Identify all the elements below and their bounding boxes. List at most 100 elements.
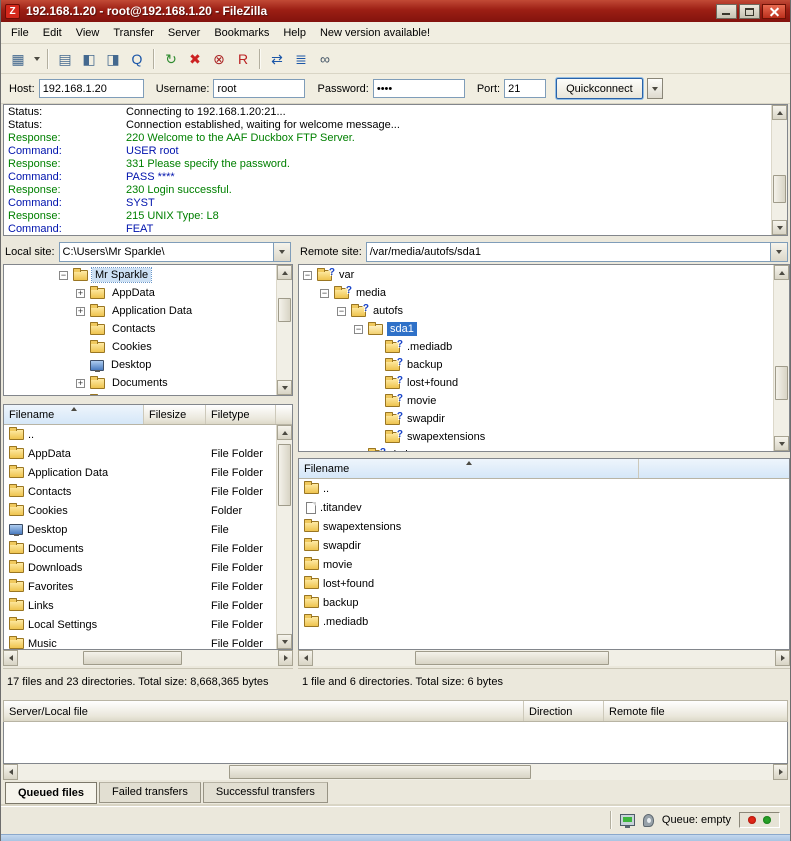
local-tree-item[interactable]: Desktop: [4, 356, 276, 374]
scroll-left-button[interactable]: [3, 650, 18, 666]
dir-compare-button[interactable]: ≣: [289, 48, 313, 70]
scrollbar-track[interactable]: [772, 120, 787, 220]
menu-help[interactable]: Help: [276, 24, 313, 42]
column-header-filename[interactable]: Filename: [299, 459, 639, 478]
file-row[interactable]: FavoritesFile Folder: [4, 577, 276, 596]
site-manager-button[interactable]: ▦: [6, 48, 30, 70]
column-header-filesize[interactable]: Filesize: [144, 405, 206, 424]
expander-icon[interactable]: −: [303, 271, 312, 280]
scroll-left-button[interactable]: [298, 650, 313, 666]
file-row[interactable]: swapextensions: [299, 517, 789, 536]
scrollbar-thumb[interactable]: [229, 765, 531, 779]
site-manager-dropdown-button[interactable]: [30, 48, 43, 70]
scroll-up-button[interactable]: [277, 425, 292, 440]
local-list-hscrollbar[interactable]: [3, 650, 293, 666]
scrollbar-thumb[interactable]: [773, 175, 786, 203]
file-row[interactable]: ..: [299, 479, 789, 498]
local-tree-item[interactable]: +Application Data: [4, 302, 276, 320]
file-row[interactable]: Local SettingsFile Folder: [4, 615, 276, 634]
file-row[interactable]: DocumentsFile Folder: [4, 539, 276, 558]
remote-site-combo-button[interactable]: [770, 243, 787, 261]
scrollbar-thumb[interactable]: [415, 651, 609, 665]
column-header-remote-file[interactable]: Remote file: [604, 701, 787, 721]
file-row[interactable]: ..: [4, 425, 276, 444]
file-row[interactable]: backup: [299, 593, 789, 612]
file-row[interactable]: DownloadsFile Folder: [4, 558, 276, 577]
menu-server[interactable]: Server: [161, 24, 207, 42]
scrollbar-thumb[interactable]: [775, 366, 788, 400]
file-row[interactable]: DesktopFile: [4, 520, 276, 539]
file-row[interactable]: .titandev: [299, 498, 789, 517]
file-row[interactable]: CookiesFolder: [4, 501, 276, 520]
monitor-icon[interactable]: [620, 814, 635, 826]
file-row[interactable]: LinksFile Folder: [4, 596, 276, 615]
remote-tree-item[interactable]: movie: [299, 392, 773, 410]
ear-icon[interactable]: [643, 814, 654, 827]
expander-icon[interactable]: +: [76, 379, 85, 388]
file-row[interactable]: lost+found: [299, 574, 789, 593]
username-input[interactable]: [213, 79, 305, 98]
password-input[interactable]: [373, 79, 465, 98]
scroll-right-button[interactable]: [278, 650, 293, 666]
column-header-filetype[interactable]: Filetype: [206, 405, 276, 424]
maximize-button[interactable]: [739, 4, 760, 19]
close-button[interactable]: [762, 4, 786, 19]
scroll-down-button[interactable]: [774, 436, 789, 451]
file-row[interactable]: MusicFile Folder: [4, 634, 276, 649]
menu-bookmarks[interactable]: Bookmarks: [207, 24, 276, 42]
cancel-button[interactable]: ✖: [183, 48, 207, 70]
scroll-down-button[interactable]: [772, 220, 787, 235]
local-tree-scrollbar[interactable]: [276, 265, 292, 395]
quickconnect-button[interactable]: Quickconnect: [556, 78, 643, 99]
column-header-server-local-file[interactable]: Server/Local file: [4, 701, 524, 721]
local-list-scrollbar[interactable]: [276, 425, 292, 649]
host-input[interactable]: [39, 79, 144, 98]
scroll-down-button[interactable]: [277, 380, 292, 395]
file-row[interactable]: .mediadb: [299, 612, 789, 631]
scroll-up-button[interactable]: [772, 105, 787, 120]
tab-queued-files[interactable]: Queued files: [5, 782, 97, 804]
local-site-combo-button[interactable]: [273, 243, 290, 261]
remote-tree-item[interactable]: −media: [299, 284, 773, 302]
remote-tree-item[interactable]: lost+found: [299, 374, 773, 392]
remote-tree-item[interactable]: −sda1: [299, 320, 773, 338]
scroll-up-button[interactable]: [277, 265, 292, 280]
file-row[interactable]: ContactsFile Folder: [4, 482, 276, 501]
port-input[interactable]: [504, 79, 546, 98]
scrollbar-track[interactable]: [277, 280, 292, 380]
remote-tree-item[interactable]: −autofs: [299, 302, 773, 320]
expander-icon[interactable]: −: [59, 271, 68, 280]
menu-file[interactable]: File: [4, 24, 36, 42]
menu-view[interactable]: View: [69, 24, 107, 42]
file-row[interactable]: movie: [299, 555, 789, 574]
scroll-down-button[interactable]: [277, 634, 292, 649]
scrollbar-thumb[interactable]: [278, 444, 291, 506]
scroll-right-button[interactable]: [775, 650, 790, 666]
file-row[interactable]: Application DataFile Folder: [4, 463, 276, 482]
scrollbar-track[interactable]: [18, 764, 773, 780]
file-row[interactable]: swapdir: [299, 536, 789, 555]
scrollbar-track[interactable]: [774, 280, 789, 436]
scrollbar-track[interactable]: [18, 650, 278, 666]
remote-tree-item[interactable]: .mediadb: [299, 338, 773, 356]
message-log-toggle-button[interactable]: ▤: [53, 48, 77, 70]
menu-new-version-available[interactable]: New version available!: [313, 24, 437, 42]
local-tree-item[interactable]: Contacts: [4, 320, 276, 338]
local-tree-item[interactable]: −Mr Sparkle: [4, 266, 276, 284]
quickconnect-dropdown-button[interactable]: [647, 78, 663, 99]
remote-tree-item[interactable]: swapdir: [299, 410, 773, 428]
column-header-filename[interactable]: Filename: [4, 405, 144, 424]
scroll-left-button[interactable]: [3, 764, 18, 780]
expander-icon[interactable]: −: [337, 307, 346, 316]
menu-edit[interactable]: Edit: [36, 24, 69, 42]
remote-tree-item[interactable]: −var: [299, 266, 773, 284]
scroll-right-button[interactable]: [773, 764, 788, 780]
sync-browsing-button[interactable]: ⇄: [265, 48, 289, 70]
log-scrollbar[interactable]: [771, 105, 787, 235]
scrollbar-thumb[interactable]: [83, 651, 182, 665]
scroll-up-button[interactable]: [774, 265, 789, 280]
remote-site-combo[interactable]: /var/media/autofs/sda1: [366, 242, 788, 262]
local-site-combo[interactable]: C:\Users\Mr Sparkle\: [59, 242, 291, 262]
tab-failed-transfers[interactable]: Failed transfers: [99, 782, 201, 803]
expander-icon[interactable]: −: [320, 289, 329, 298]
